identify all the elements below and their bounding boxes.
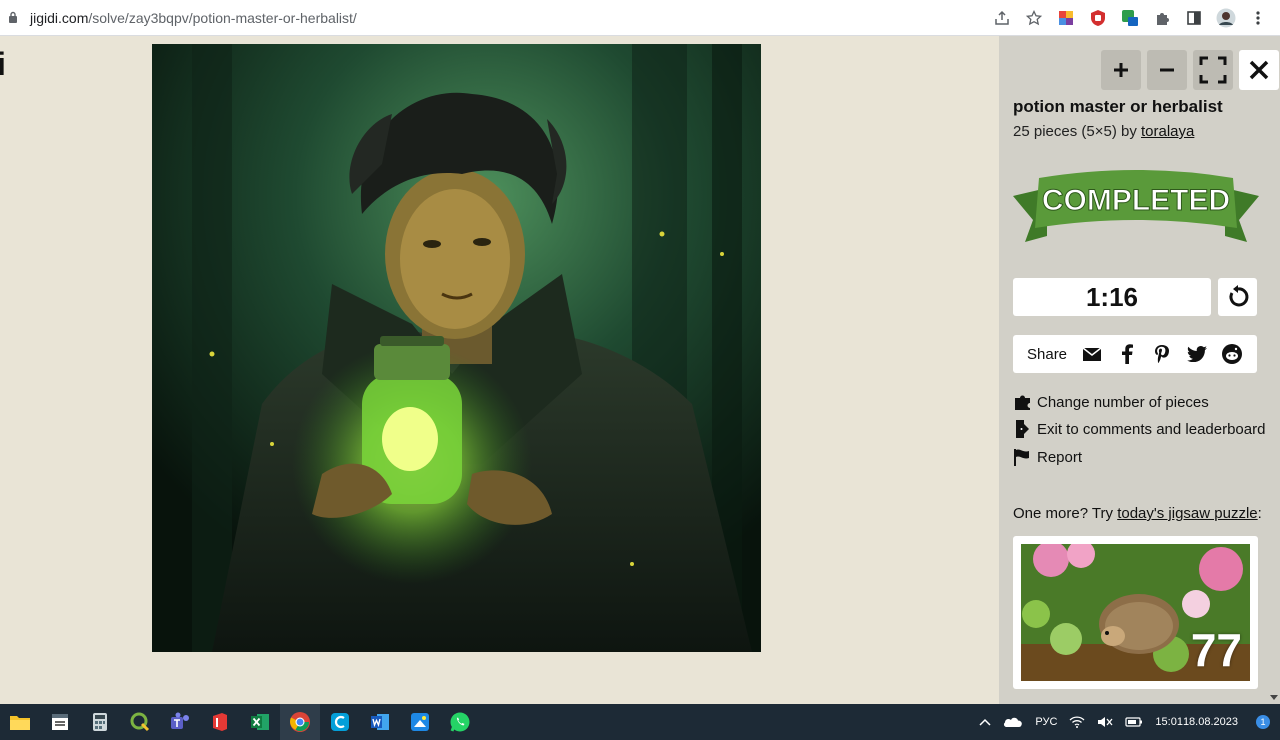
share-page-icon[interactable] <box>990 6 1014 30</box>
email-icon[interactable] <box>1081 343 1102 365</box>
completed-ribbon: COMPLETED <box>1013 170 1259 242</box>
qgis-taskbar-icon[interactable] <box>120 704 160 740</box>
system-clock[interactable]: 15:01 18.08.2023 <box>1155 715 1238 729</box>
restart-button[interactable] <box>1218 278 1257 316</box>
share-label: Share <box>1027 345 1068 363</box>
word-taskbar-icon[interactable] <box>360 704 400 740</box>
thumbnail-piece-count: 77 <box>1190 624 1242 676</box>
todays-puzzle-link[interactable]: today's jigsaw puzzle <box>1117 505 1257 522</box>
zoom-out-button[interactable] <box>1147 50 1187 90</box>
pinterest-icon[interactable] <box>1151 343 1172 365</box>
windows-taskbar: РУС 15:01 18.08.2023 1 <box>0 704 1280 740</box>
scroll-down-arrow[interactable] <box>1270 695 1278 700</box>
exit-comments-link[interactable]: Exit to comments and leaderboard <box>1013 419 1265 439</box>
cisco-webex-taskbar-icon[interactable] <box>320 704 360 740</box>
excel-taskbar-icon[interactable] <box>240 704 280 740</box>
url-host: jigidi.com <box>30 10 89 26</box>
flag-icon <box>1013 447 1035 467</box>
notification-badge[interactable]: 1 <box>1256 715 1270 729</box>
extension-colors-icon[interactable] <box>1054 6 1078 30</box>
paint-taskbar-icon[interactable] <box>400 704 440 740</box>
site-logo-fragment: i <box>0 46 6 82</box>
show-hidden-icons[interactable] <box>979 718 991 726</box>
facebook-icon[interactable] <box>1116 343 1137 365</box>
one-more-suffix: : <box>1257 505 1262 522</box>
adblock-extension-icon[interactable] <box>1086 6 1110 30</box>
puzzle-meta: 25 pieces (5×5) by toralaya <box>1013 123 1194 140</box>
todays-puzzle-thumbnail[interactable]: 77 <box>1013 536 1258 689</box>
speaker-muted-icon[interactable] <box>1097 716 1113 728</box>
fullscreen-button[interactable] <box>1193 50 1233 90</box>
puzzle-piece-icon <box>1013 392 1035 412</box>
whatsapp-taskbar-icon[interactable] <box>440 704 480 740</box>
share-bar: Share <box>1013 335 1257 373</box>
completed-puzzle-artwork <box>152 44 761 652</box>
twitter-icon[interactable] <box>1187 343 1208 365</box>
onedrive-icon[interactable] <box>1003 716 1023 728</box>
translator-extension-icon[interactable] <box>1118 6 1142 30</box>
office-taskbar-icon[interactable] <box>200 704 240 740</box>
change-pieces-label: Change number of pieces <box>1037 393 1209 411</box>
teams-taskbar-icon[interactable] <box>160 704 200 740</box>
close-icon <box>1249 60 1269 80</box>
url-path: /solve/zay3bqpv/potion-master-or-herbali… <box>88 10 357 26</box>
reddit-icon[interactable] <box>1222 343 1243 365</box>
close-button[interactable] <box>1239 50 1279 90</box>
url-field[interactable]: jigidi.com/solve/zay3bqpv/potion-master-… <box>30 10 357 26</box>
restart-icon <box>1228 285 1248 307</box>
report-label: Report <box>1037 448 1083 466</box>
chrome-taskbar-icon[interactable] <box>280 704 320 740</box>
calculator-taskbar-icon[interactable] <box>80 704 120 740</box>
ribbon-text: COMPLETED <box>1042 184 1230 217</box>
notepad-taskbar-icon[interactable] <box>40 704 80 740</box>
puzzle-title: potion master or herbalist <box>1013 97 1223 116</box>
hedgehog-thumbnail: 77 <box>1021 544 1250 681</box>
clock-date: 18.08.2023 <box>1182 716 1238 728</box>
timer: 1:16 <box>1013 278 1211 316</box>
side-panel-icon[interactable] <box>1182 6 1206 30</box>
puzzle-sidebar: potion master or herbalist 25 pieces (5×… <box>999 36 1280 704</box>
browser-address-bar: jigidi.com/solve/zay3bqpv/potion-master-… <box>0 0 1280 36</box>
exit-door-icon <box>1013 419 1035 439</box>
puzzle-piece-count: 25 pieces (5×5) by <box>1013 123 1141 140</box>
puzzle-image[interactable] <box>152 44 761 652</box>
exit-comments-label: Exit to comments and leaderboard <box>1037 420 1266 438</box>
file-explorer-taskbar-icon[interactable] <box>0 704 40 740</box>
report-link[interactable]: Report <box>1013 447 1082 467</box>
author-link[interactable]: toralaya <box>1141 123 1194 140</box>
fullscreen-icon <box>1199 56 1227 84</box>
clock-time: 15:01 <box>1155 716 1183 728</box>
change-pieces-link[interactable]: Change number of pieces <box>1013 392 1209 412</box>
plus-icon <box>1114 63 1128 77</box>
input-language-indicator[interactable]: РУС <box>1035 716 1057 728</box>
browser-menu-icon[interactable] <box>1246 6 1270 30</box>
one-more-prefix: One more? Try <box>1013 505 1118 522</box>
profile-avatar-icon[interactable] <box>1214 6 1238 30</box>
bookmark-star-icon[interactable] <box>1022 6 1046 30</box>
battery-icon[interactable] <box>1125 716 1143 728</box>
wifi-icon[interactable] <box>1069 716 1085 728</box>
extensions-puzzle-icon[interactable] <box>1150 6 1174 30</box>
page-content: i potion master or herbalist 25 pieces (… <box>0 36 1280 704</box>
lock-icon <box>9 11 17 23</box>
one-more-text: One more? Try today's jigsaw puzzle: <box>1013 505 1262 522</box>
minus-icon <box>1160 68 1174 72</box>
zoom-in-button[interactable] <box>1101 50 1141 90</box>
